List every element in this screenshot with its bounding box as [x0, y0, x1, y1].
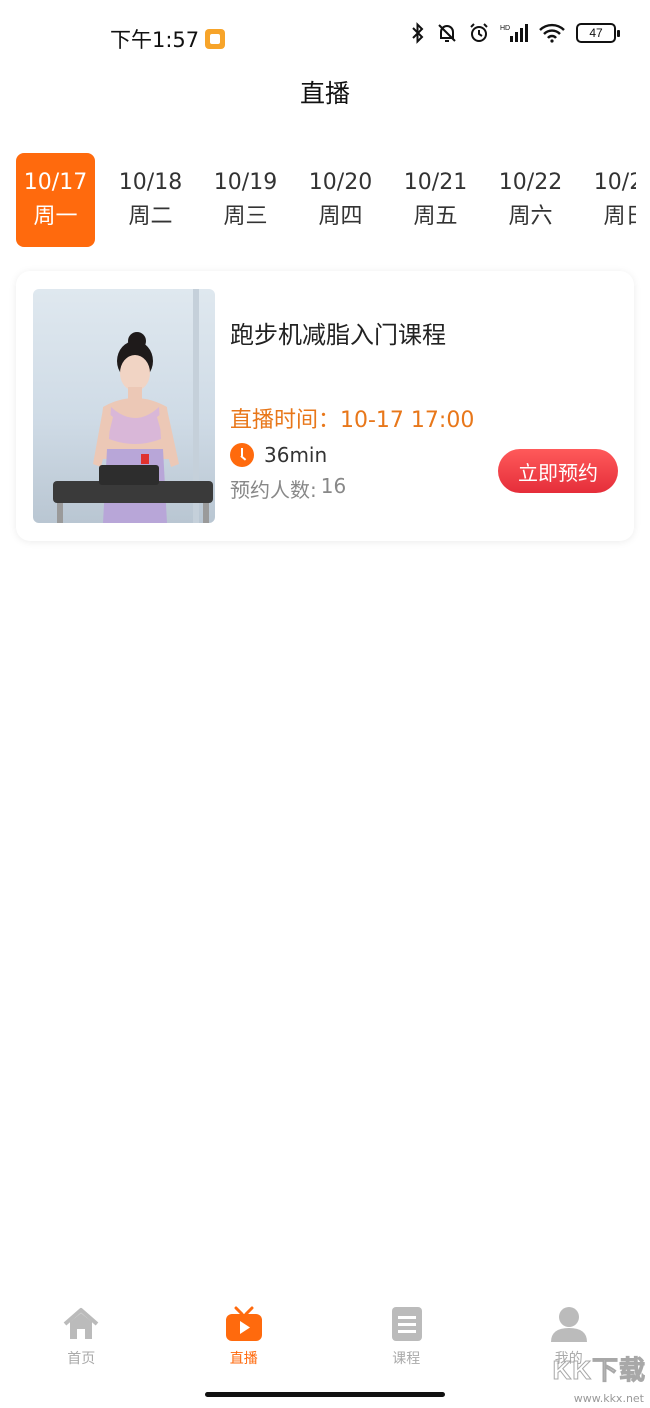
live-time: 直播时间：10-17 17:00	[230, 408, 475, 433]
course-thumbnail[interactable]	[33, 289, 215, 523]
live-tv-icon	[225, 1306, 262, 1341]
status-bar: 下午1:57 HD 47	[0, 0, 650, 70]
watermark-brand: KK下载	[552, 1355, 646, 1386]
course-title: 跑步机减脂入门课程	[230, 321, 446, 349]
wifi-icon	[539, 23, 565, 43]
tab-live-label: 直播	[229, 1351, 258, 1367]
date-item[interactable]: 10/21 周五	[396, 153, 475, 247]
date-selector[interactable]: 10/17 周一 10/18 周二 10/19 周三 10/20 周四 10/21 周五 10/22…	[16, 153, 636, 247]
live-course-card[interactable]: 跑步机减脂入门课程 直播时间：10-17 17:00 36min 预约人数: 1…	[16, 271, 634, 541]
home-indicator[interactable]	[205, 1392, 445, 1397]
book-now-button[interactable]: 立即预约	[498, 449, 618, 493]
tab-home-label: 首页	[67, 1351, 96, 1367]
tab-courses[interactable]: 课程	[325, 1300, 488, 1380]
date-item[interactable]: 10/19 周三	[206, 153, 285, 247]
date-item[interactable]: 10/23 周日	[586, 153, 636, 247]
weekday-label: 周六	[508, 204, 553, 229]
status-time: 下午1:57	[110, 24, 226, 54]
weekday-label: 周二	[128, 204, 173, 229]
reservation-number: 16	[320, 474, 347, 498]
book-icon	[392, 1307, 423, 1341]
watermark: KK下载	[552, 1350, 646, 1387]
date-label: 10/22	[498, 170, 563, 195]
weekday-label: 周三	[223, 204, 268, 229]
date-label: 10/20	[308, 170, 373, 195]
date-item[interactable]: 10/18 周二	[111, 153, 190, 247]
weekday-label: 周一	[33, 204, 78, 229]
date-item[interactable]: 10/17 周一	[16, 153, 95, 247]
battery-indicator: 47	[576, 23, 620, 43]
date-label: 10/19	[213, 170, 278, 195]
mute-bell-icon	[438, 24, 456, 42]
home-icon	[63, 1308, 99, 1339]
duration-text: 36min	[264, 443, 328, 467]
weekday-label: 周四	[318, 204, 363, 229]
tab-home[interactable]: 首页	[0, 1300, 163, 1380]
date-label: 10/17	[23, 170, 88, 195]
course-duration: 36min	[230, 443, 327, 467]
watermark-url: www.kkx.net	[573, 1392, 644, 1405]
reservation-count: 预约人数: 16	[230, 474, 346, 503]
course-thumbnail-image	[53, 289, 213, 523]
date-row: 10/17 周一 10/18 周二 10/19 周三 10/20 周四 10/21 周五 10/22…	[16, 153, 636, 247]
user-icon	[550, 1307, 587, 1342]
clock-icon	[230, 443, 254, 467]
page-title: 直播	[299, 79, 350, 108]
date-label: 10/18	[118, 170, 183, 195]
status-icons: HD 47	[410, 22, 620, 44]
bluetooth-icon	[412, 22, 424, 44]
date-item[interactable]: 10/20 周四	[301, 153, 380, 247]
tab-courses-label: 课程	[392, 1351, 421, 1367]
signal-icon: HD	[500, 24, 528, 42]
date-item[interactable]: 10/22 周六	[491, 153, 570, 247]
date-label: 10/21	[403, 170, 468, 195]
date-label: 10/23	[593, 170, 636, 195]
alarm-icon	[470, 23, 488, 42]
status-time-text: 下午1:57	[110, 28, 200, 52]
reservation-label: 预约人数:	[230, 478, 317, 502]
weekday-label: 周日	[603, 204, 636, 229]
weekday-label: 周五	[413, 204, 458, 229]
notification-app-icon	[205, 29, 226, 49]
tab-live[interactable]: 直播	[163, 1300, 326, 1380]
svg-text:HD: HD	[500, 25, 510, 32]
